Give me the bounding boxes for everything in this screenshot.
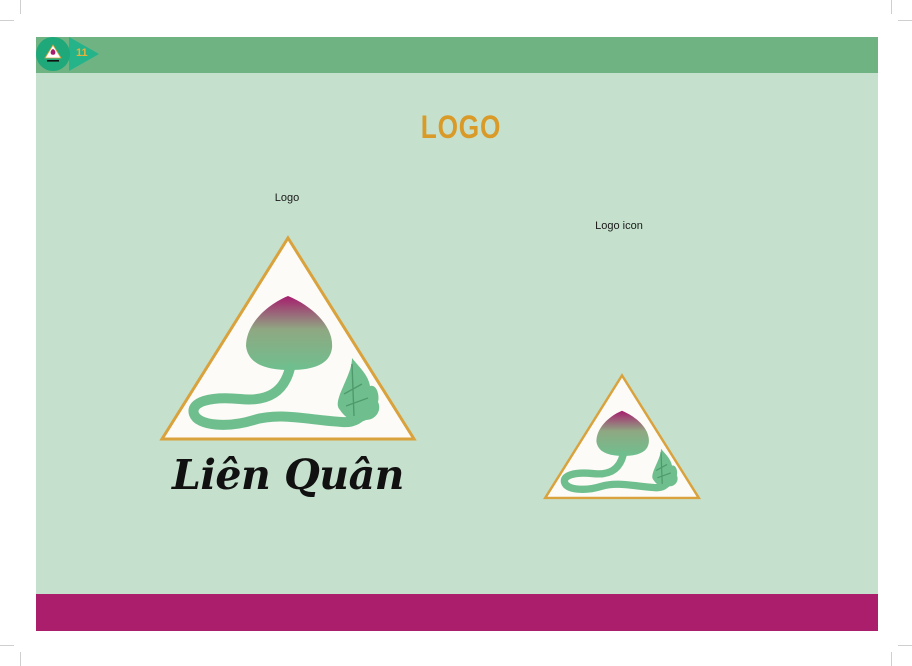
crop-mark <box>891 652 892 666</box>
brand-wordmark: Liên Quân <box>172 451 404 499</box>
page-number: 11 <box>76 47 88 59</box>
crop-mark <box>20 0 21 14</box>
document-page: 11 LOGO Logo Logo icon Liên Quân <box>36 37 878 631</box>
page-title: LOGO <box>420 109 502 145</box>
crop-mark <box>20 652 21 666</box>
header-badge <box>36 37 70 71</box>
crop-mark <box>0 645 14 646</box>
header-bar: 11 <box>36 37 878 73</box>
logo-label: Logo <box>274 192 300 204</box>
lotus-triangle-icon <box>542 373 702 500</box>
crop-mark <box>0 20 14 21</box>
footer-bar <box>36 594 878 631</box>
logo-icon-label: Logo icon <box>595 220 643 232</box>
crop-mark <box>898 20 912 21</box>
crop-mark <box>891 0 892 14</box>
crop-mark <box>898 645 912 646</box>
lotus-triangle-icon <box>44 44 62 62</box>
lotus-triangle-icon <box>159 235 417 441</box>
